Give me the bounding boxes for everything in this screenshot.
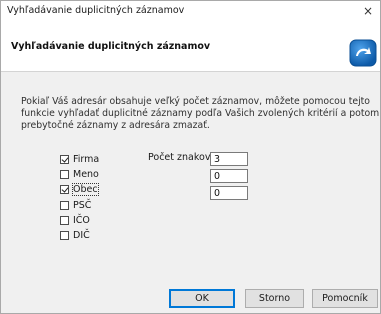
checkbox-label-psc: PSČ [73, 199, 92, 211]
checkbox-label-firma: Firma [73, 153, 100, 165]
checkbox-box-dic[interactable] [60, 230, 69, 240]
ok-button[interactable]: OK [169, 289, 235, 308]
window-title: Vyhľadávanie duplicitných záznamov [7, 5, 185, 16]
char-count-field-1[interactable] [210, 152, 248, 166]
title-bar: Vyhľadávanie duplicitných záznamov × [1, 1, 380, 21]
char-count-label: Počet znakov [148, 152, 211, 163]
checkbox-dic[interactable]: DIČ [60, 229, 90, 241]
help-button[interactable]: Pomocník [312, 289, 378, 308]
char-count-field-2[interactable] [210, 169, 248, 183]
description-line: prebytočné záznamy z adresára zmazať. [21, 120, 210, 131]
cancel-button[interactable]: Storno [245, 289, 304, 308]
checkbox-obec[interactable]: Obec [60, 182, 99, 196]
checkbox-firma[interactable]: Firma [60, 153, 99, 165]
blue-arrow-icon [349, 39, 377, 67]
checkbox-box-ico[interactable] [60, 215, 69, 225]
checkbox-box-meno[interactable] [60, 169, 69, 179]
description-line: funkcie vyhľadať duplicitné záznamy podľ… [21, 108, 380, 119]
checkbox-box-psc[interactable] [60, 200, 69, 210]
description-line: Pokiaľ Váš adresár obsahuje veľký počet … [21, 96, 370, 107]
checkbox-box-obec[interactable] [60, 184, 69, 194]
checkbox-psc[interactable]: PSČ [60, 199, 91, 211]
char-count-field-3[interactable] [210, 186, 248, 200]
checkbox-label-obec: Obec [72, 182, 99, 196]
checkbox-label-ico: IČO [73, 214, 90, 226]
header-panel: Vyhľadávanie duplicitných záznamov [1, 21, 380, 72]
checkbox-label-dic: DIČ [73, 229, 90, 241]
close-button[interactable]: × [358, 1, 378, 21]
dialog-window: Vyhľadávanie duplicitných záznamov × Vyh… [0, 0, 381, 314]
checkbox-meno[interactable]: Meno [60, 168, 99, 180]
checkbox-box-firma[interactable] [60, 154, 69, 164]
checkbox-label-meno: Meno [73, 168, 99, 180]
checkbox-ico[interactable]: IČO [60, 214, 90, 226]
description-text: Pokiaľ Váš adresár obsahuje veľký počet … [21, 96, 380, 132]
header-title: Vyhľadávanie duplicitných záznamov [11, 41, 211, 52]
